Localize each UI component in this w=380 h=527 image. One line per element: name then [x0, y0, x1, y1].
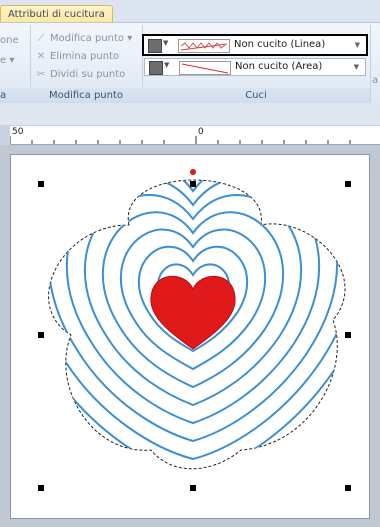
chevron-down-icon[interactable]: ▼: [355, 36, 360, 54]
modifica-punto-group-label: Modifica punto: [30, 88, 142, 103]
chevron-down-icon[interactable]: ▼: [354, 59, 359, 75]
cuci-group-label: Cuci: [142, 88, 370, 103]
line-sew-dropdown[interactable]: ▼ Non cucito (Linea) ▼: [142, 34, 368, 56]
color-swatch-icon[interactable]: [148, 39, 162, 53]
toolbar-spacer: [0, 105, 380, 125]
delete-point-icon: ✕: [36, 51, 46, 62]
chevron-down-icon[interactable]: ▼: [163, 39, 168, 47]
design-canvas[interactable]: [10, 154, 370, 519]
cut-group-label: a: [0, 88, 30, 103]
workspace: [0, 145, 380, 527]
rotate-handle[interactable]: [190, 169, 196, 175]
line-sew-preview: [178, 39, 230, 53]
heart-shape[interactable]: [150, 275, 236, 350]
ribbon-group-modifica-punto: ⟋ Modifica punto ▾ ✕ Elimina punto ✂ Dividi…: [30, 25, 143, 103]
ribbon-group-cut: one e ▾ a: [0, 25, 31, 103]
ribbon-group-next: a: [370, 25, 380, 103]
zigzag-line-icon: [180, 42, 228, 51]
next-group-stub: a: [372, 75, 379, 86]
cut-item-1[interactable]: one: [0, 33, 19, 49]
area-sew-value: Non cucito (Area): [235, 61, 323, 72]
tab-attributi-di-cucitura[interactable]: Attributi di cucitura: [0, 5, 113, 23]
diagonal-line-icon: [181, 63, 229, 74]
area-sew-dropdown[interactable]: ▼ Non cucito (Area) ▼: [144, 58, 366, 76]
embroidery-design[interactable]: [11, 155, 369, 518]
chevron-down-icon[interactable]: ▼: [164, 61, 169, 69]
ribbon: one e ▾ a ⟋ Modifica punto ▾ ✕ Elimina pun…: [0, 22, 380, 106]
edit-point-icon: ⟋: [37, 33, 45, 44]
area-sew-preview: [179, 61, 231, 75]
split-point-icon: ✂: [36, 69, 46, 80]
ruler-ticks: [10, 136, 351, 144]
delete-point-button[interactable]: ✕ Elimina punto: [34, 49, 119, 65]
edit-point-button[interactable]: ⟋ Modifica punto ▾: [34, 31, 133, 47]
horizontal-ruler: 50 0: [10, 126, 380, 145]
ribbon-tab-bar: Attributi di cucitura: [0, 0, 380, 23]
line-sew-value: Non cucito (Linea): [234, 39, 326, 50]
color-swatch-icon[interactable]: [149, 61, 163, 75]
cut-item-2[interactable]: e ▾: [0, 53, 14, 69]
ribbon-group-cuci: ▼ Non cucito (Linea) ▼ ▼ Non cucito (Are…: [142, 25, 371, 103]
split-point-button[interactable]: ✂ Dividi su punto: [34, 67, 125, 83]
